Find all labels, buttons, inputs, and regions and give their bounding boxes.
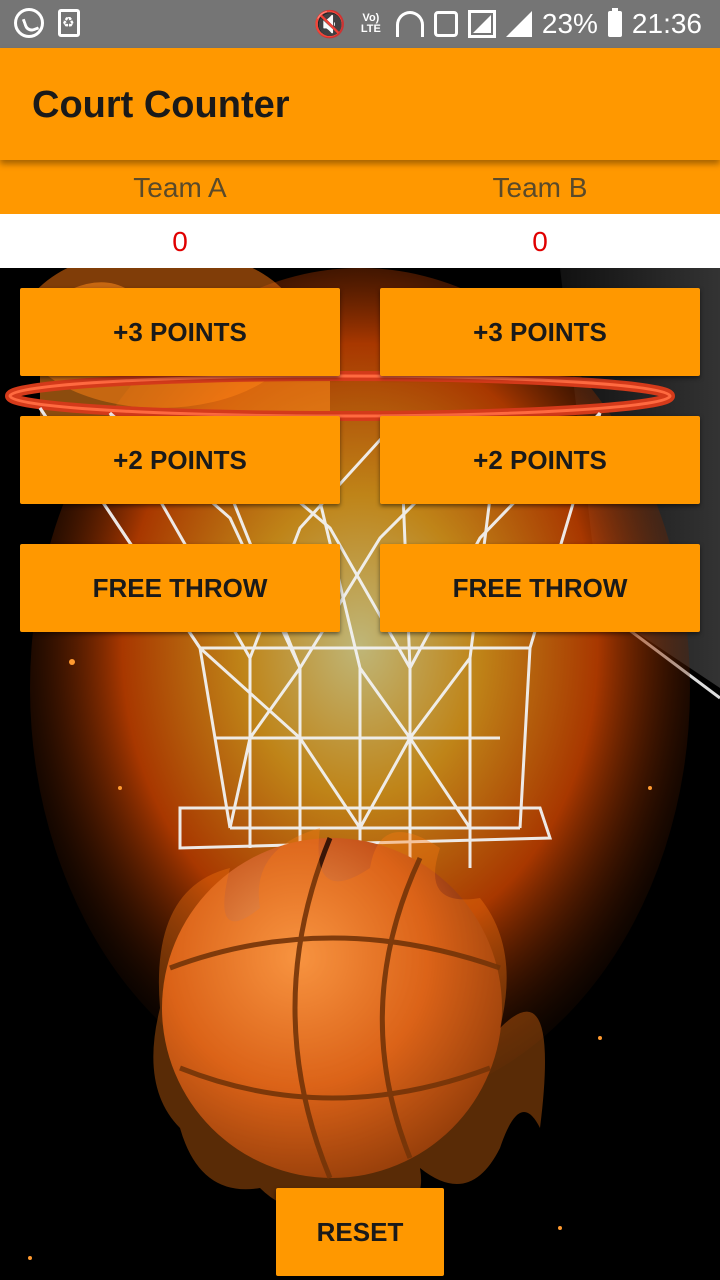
recycle-icon (58, 9, 80, 37)
wifi-icon (395, 11, 424, 37)
signal-icon (505, 11, 532, 37)
score-row: 0 0 (0, 214, 720, 268)
reset-button[interactable]: RESET (276, 1188, 444, 1276)
team-b-score: 0 (532, 226, 548, 257)
team-a-three-points-button[interactable]: +3 POINTS (20, 288, 340, 376)
team-b-free-throw-button[interactable]: FREE THROW (380, 544, 700, 632)
volte-icon: Vo) LTE (360, 12, 381, 35)
team-a-score: 0 (172, 226, 188, 257)
team-a-free-throw-button[interactable]: FREE THROW (20, 544, 340, 632)
team-header-row: Team A Team B (0, 160, 720, 214)
mute-icon: 🔇 (313, 8, 346, 39)
battery-icon (607, 8, 622, 37)
app-bar: Court Counter (0, 48, 720, 160)
status-bar: 🔇 Vo)LTE 23% 21:36 (0, 0, 720, 48)
team-b-label: Team B (492, 172, 588, 203)
team-a-two-points-button[interactable]: +2 POINTS (20, 416, 340, 504)
rotation-icon (433, 11, 458, 37)
clock: 21:36 (631, 8, 702, 39)
signal-icon (467, 10, 496, 38)
team-b-three-points-button[interactable]: +3 POINTS (380, 288, 700, 376)
team-a-label: Team A (133, 172, 227, 203)
app-title: Court Counter (32, 84, 290, 126)
battery-percent: 23% (541, 8, 598, 39)
team-b-two-points-button[interactable]: +2 POINTS (380, 416, 700, 504)
whatsapp-icon (14, 8, 44, 38)
